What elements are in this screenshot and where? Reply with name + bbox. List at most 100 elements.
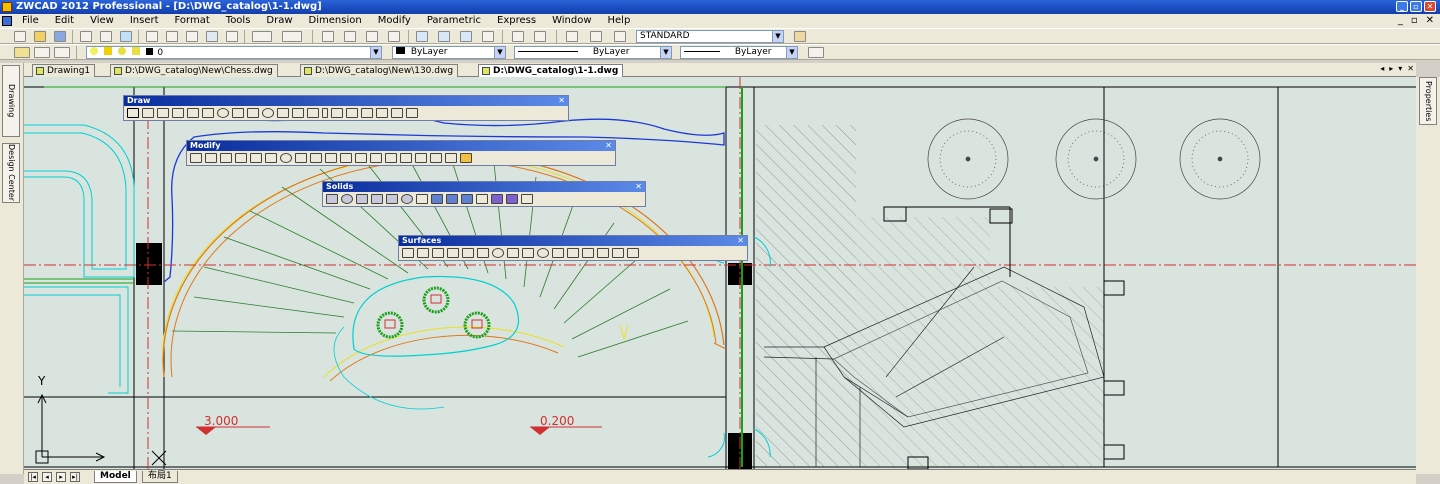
edge-surface-icon[interactable] [627, 248, 639, 258]
copy-icon[interactable] [166, 31, 178, 42]
lineweight-select[interactable]: ByLayer ▼ [680, 46, 798, 59]
minimize-button[interactable]: _ [1396, 1, 1408, 12]
torus-surface-icon[interactable] [537, 248, 549, 258]
draw-toolbar[interactable]: Draw ✕ [123, 95, 569, 121]
solids-toolbar[interactable]: Solids ✕ [322, 181, 646, 207]
draw-toolbar-caption[interactable]: Draw ✕ [124, 96, 568, 106]
pyramid-icon[interactable] [462, 248, 474, 258]
break-at-point-icon[interactable] [385, 153, 397, 163]
plot-style-icon[interactable] [808, 47, 824, 58]
modify-toolbar-caption[interactable]: Modify ✕ [187, 141, 615, 151]
gradient-icon[interactable] [346, 108, 358, 118]
extrude-icon[interactable] [416, 194, 428, 204]
layer-manager-icon[interactable] [14, 47, 30, 58]
torus-icon[interactable] [401, 194, 413, 204]
properties-icon[interactable] [416, 31, 428, 42]
zoom-previous-icon[interactable] [388, 31, 400, 42]
tab-1-1[interactable]: D:\DWG_catalog\1-1.dwg [478, 64, 624, 77]
layer-select[interactable]: 0 ▼ [86, 46, 382, 59]
point-icon[interactable] [322, 108, 328, 118]
linetype-select[interactable]: ByLayer ▼ [514, 46, 672, 59]
join-icon[interactable] [400, 153, 412, 163]
menu-view[interactable]: View [82, 14, 122, 28]
design-center-icon[interactable] [438, 31, 450, 42]
erase-icon[interactable] [190, 153, 202, 163]
lengthen-icon[interactable] [325, 153, 337, 163]
ray-icon[interactable] [142, 108, 154, 118]
print-icon[interactable] [80, 31, 92, 42]
hatch-icon[interactable] [331, 108, 343, 118]
modify-toolbar[interactable]: Modify ✕ [186, 140, 616, 166]
cut-icon[interactable] [146, 31, 158, 42]
prev-layout-button[interactable]: ◂ [42, 472, 52, 482]
stretch-icon[interactable] [310, 153, 322, 163]
wedge-icon[interactable] [386, 194, 398, 204]
copy-object-icon[interactable] [205, 153, 217, 163]
revolve-icon[interactable] [431, 194, 443, 204]
tabulated-surface-icon[interactable] [597, 248, 609, 258]
drawing-canvas[interactable]: 3.000 0.200 Y Draw ✕ Modify ✕ Solids ✕ S… [24, 77, 1416, 469]
draw-toolbar-close-button[interactable]: ✕ [558, 96, 565, 106]
layer-states-icon[interactable] [54, 47, 70, 58]
brush-icon[interactable] [226, 31, 238, 42]
dish-icon[interactable] [522, 248, 534, 258]
tool-palettes-icon[interactable] [460, 31, 472, 42]
new-file-icon[interactable] [14, 31, 26, 42]
table-style-icon[interactable] [614, 31, 626, 42]
tab-model[interactable]: Model [94, 471, 137, 483]
solids-toolbar-caption[interactable]: Solids ✕ [323, 182, 645, 192]
ruled-surface-icon[interactable] [612, 248, 624, 258]
2d-solid-icon[interactable] [402, 248, 414, 258]
tab-130[interactable]: D:\DWG_catalog\New\130.dwg [300, 64, 459, 77]
chamfer-icon[interactable] [415, 153, 427, 163]
multileader-icon[interactable] [794, 31, 806, 42]
3d-mesh-icon[interactable] [567, 248, 579, 258]
menu-tools[interactable]: Tools [218, 14, 259, 28]
next-layout-button[interactable]: ▸ [56, 472, 66, 482]
help-icon[interactable] [534, 31, 546, 42]
section-icon[interactable] [461, 194, 473, 204]
explode-icon[interactable] [445, 153, 457, 163]
setup-drawing-icon[interactable] [491, 194, 503, 204]
circle-icon[interactable] [217, 108, 229, 118]
open-file-icon[interactable] [34, 31, 46, 42]
match-properties-icon[interactable] [206, 31, 218, 42]
spline-icon[interactable] [247, 108, 259, 118]
cylinder-icon[interactable] [356, 194, 368, 204]
properties-tab[interactable]: Properties [1419, 77, 1437, 125]
sphere-surface-icon[interactable] [492, 248, 504, 258]
sphere-icon[interactable] [341, 194, 353, 204]
tab-prev-button[interactable]: ◂ [1380, 64, 1384, 73]
move-icon[interactable] [265, 153, 277, 163]
menu-help[interactable]: Help [600, 14, 639, 28]
menu-modify[interactable]: Modify [370, 14, 419, 28]
revcloud-icon[interactable] [232, 108, 244, 118]
last-layout-button[interactable]: ▸| [70, 472, 80, 482]
menu-file[interactable]: File [14, 14, 47, 28]
interference-icon[interactable] [476, 194, 488, 204]
calculator-icon[interactable] [482, 31, 494, 42]
box-icon[interactable] [326, 194, 338, 204]
doc-close-button[interactable]: ✕ [1426, 14, 1434, 28]
menu-format[interactable]: Format [167, 14, 218, 28]
tab-chess[interactable]: D:\DWG_catalog\New\Chess.dwg [110, 64, 278, 77]
close-button[interactable]: ✕ [1424, 1, 1436, 12]
rotate-icon[interactable] [280, 153, 292, 163]
fillet-icon[interactable] [430, 153, 442, 163]
doc-restore-button[interactable]: ▫ [1411, 14, 1418, 28]
undo-icon[interactable] [252, 31, 272, 42]
slice-icon[interactable] [446, 194, 458, 204]
menu-express[interactable]: Express [489, 14, 544, 28]
publish-icon[interactable] [120, 31, 132, 42]
first-layout-button[interactable]: |◂ [28, 472, 38, 482]
modify-toolbar-close-button[interactable]: ✕ [605, 141, 612, 151]
menu-parametric[interactable]: Parametric [419, 14, 489, 28]
menu-dimension[interactable]: Dimension [301, 14, 370, 28]
surfaces-toolbar-close-button[interactable]: ✕ [737, 236, 744, 246]
extend-icon[interactable] [355, 153, 367, 163]
tab-layout1[interactable]: 布局1 [142, 471, 178, 483]
edge-icon[interactable] [552, 248, 564, 258]
layer-previous-icon[interactable] [34, 47, 50, 58]
revolved-surface-icon[interactable] [582, 248, 594, 258]
arc-icon[interactable] [202, 108, 214, 118]
